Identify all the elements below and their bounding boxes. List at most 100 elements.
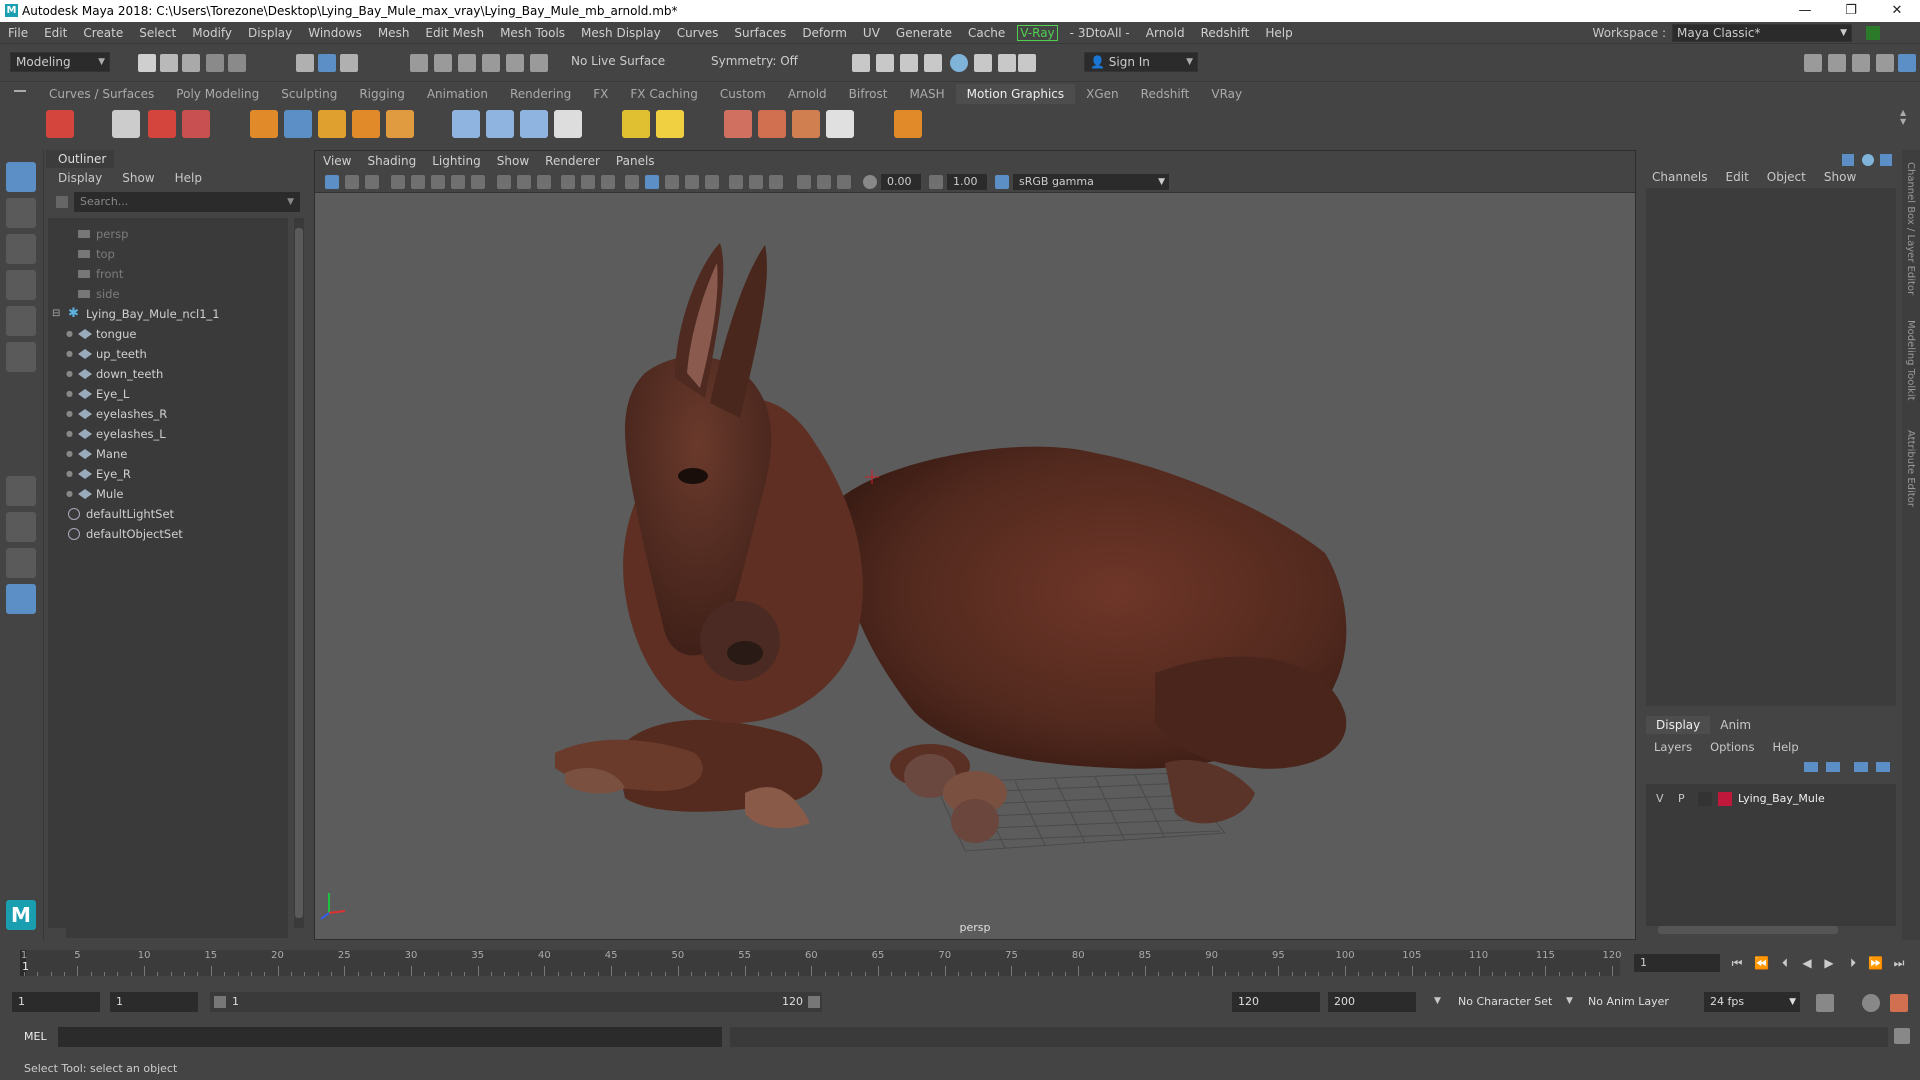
outliner-item-up-teeth[interactable]: ● up_teeth (48, 344, 288, 364)
select-component-icon[interactable] (340, 54, 358, 72)
step-back-frame-icon[interactable]: ⏪ (1754, 956, 1769, 970)
emitter-icon[interactable] (758, 110, 786, 138)
move-light-icon[interactable] (622, 110, 650, 138)
sun-light-icon[interactable] (656, 110, 684, 138)
field-chart-icon[interactable] (517, 175, 531, 189)
deformer-icon[interactable] (486, 110, 514, 138)
tool-icon[interactable] (998, 54, 1016, 72)
chevron-down-icon[interactable]: ▼ (1434, 996, 1441, 1006)
wireframe-icon[interactable] (561, 175, 575, 189)
viewport-menu-panels[interactable]: Panels (608, 151, 663, 171)
outliner-layout-icon[interactable] (6, 584, 36, 614)
anim-layer-field[interactable]: No Anim Layer (1582, 992, 1688, 1012)
outliner-item-front[interactable]: front (48, 264, 288, 284)
layer-playback-toggle[interactable]: P (1678, 790, 1685, 808)
shelf-tab-poly-modeling[interactable]: Poly Modeling (165, 84, 270, 104)
viewport-menu-show[interactable]: Show (489, 151, 537, 171)
layer-menu-layers[interactable]: Layers (1654, 740, 1692, 754)
color-space-dropdown[interactable]: sRGB gamma ▼ (1013, 174, 1169, 190)
layer-menu-help[interactable]: Help (1772, 740, 1798, 754)
expand-icon[interactable] (1880, 154, 1892, 166)
new-layer-selected-icon[interactable] (1876, 762, 1890, 772)
outliner-item-mule[interactable]: ● Mule (48, 484, 288, 504)
timeline-track[interactable]: 1 1 5 10 15 20 25 30 35 40 45 50 55 60 65 70 75 80 85 90 95… (20, 950, 1622, 976)
menu-curves[interactable]: Curves (669, 26, 727, 40)
channel-box-menu-channels[interactable]: Channels (1652, 170, 1708, 184)
smooth-shade-icon[interactable] (581, 175, 595, 189)
particle-icon[interactable] (724, 110, 752, 138)
menu-generate[interactable]: Generate (888, 26, 960, 40)
hypershade-icon[interactable] (924, 54, 942, 72)
layer-type-toggle[interactable] (1698, 792, 1712, 806)
snap-history-icon[interactable] (530, 54, 548, 72)
shelf-scroll-icon[interactable]: ▲ ▼ (1900, 108, 1906, 126)
bookmark-icon[interactable] (365, 175, 379, 189)
menu-select[interactable]: Select (131, 26, 184, 40)
paint-tool-icon[interactable] (182, 110, 210, 138)
expand-icon[interactable]: ● (66, 484, 73, 504)
ipr-render-icon[interactable] (876, 54, 894, 72)
outliner-search-input[interactable]: Search... ▼ (74, 192, 300, 212)
loop-icon[interactable] (1816, 994, 1834, 1012)
single-perspective-icon[interactable] (6, 476, 36, 506)
curve-icon[interactable] (284, 110, 312, 138)
magnet-icon[interactable] (452, 110, 480, 138)
depth-of-field-icon[interactable] (769, 175, 783, 189)
wireframe-on-shaded-icon[interactable] (601, 175, 615, 189)
layer-scrollbar[interactable] (1658, 926, 1838, 934)
exposure-icon[interactable] (863, 175, 877, 189)
type-tool-icon[interactable] (148, 110, 176, 138)
channel-box-menu-show[interactable]: Show (1824, 170, 1856, 184)
live-surface-field[interactable]: No Live Surface (566, 52, 666, 72)
outliner-menu-show[interactable]: Show (122, 168, 154, 188)
attribute-editor-icon[interactable] (1828, 54, 1846, 72)
shelf-tab-arnold[interactable]: Arnold (777, 84, 838, 104)
image-plane-icon[interactable] (391, 175, 405, 189)
shelf-tab-rendering[interactable]: Rendering (499, 84, 582, 104)
search-filter-icon[interactable] (56, 196, 68, 208)
viewport-menu-view[interactable]: View (315, 151, 359, 171)
channel-box-menu-object[interactable]: Object (1767, 170, 1806, 184)
four-view-icon[interactable] (6, 512, 36, 542)
command-input[interactable] (58, 1027, 722, 1047)
play-forwards-icon[interactable]: ▶ (1822, 956, 1836, 970)
layer-color-swatch[interactable] (1718, 792, 1732, 806)
viewport-menu-renderer[interactable]: Renderer (537, 151, 608, 171)
exposure-field[interactable]: 0.00 (881, 174, 921, 190)
expand-icon[interactable]: ● (66, 404, 73, 424)
step-forward-frame-icon[interactable]: ⏩ (1868, 956, 1883, 970)
layer-visibility-toggle[interactable]: V (1656, 790, 1664, 808)
expand-icon[interactable]: ● (66, 324, 73, 344)
close-button[interactable]: ✕ (1874, 0, 1920, 22)
outliner-item-defaultobjectset[interactable]: defaultObjectSet (48, 524, 288, 544)
select-hierarchy-icon[interactable] (296, 54, 314, 72)
type-icon[interactable] (318, 110, 346, 138)
safe-action-icon[interactable] (537, 175, 551, 189)
help-icon[interactable] (1862, 154, 1874, 166)
pause-icon[interactable] (1018, 54, 1036, 72)
range-bar[interactable]: 1 120 (210, 992, 822, 1012)
grease-pencil-icon[interactable] (411, 175, 425, 189)
shelf-tab-animation[interactable]: Animation (416, 84, 499, 104)
outliner-item-defaultlightset[interactable]: defaultLightSet (48, 504, 288, 524)
workspace-dropdown[interactable]: Maya Classic* ▼ (1672, 24, 1852, 42)
lasso-tool-icon[interactable] (6, 198, 36, 228)
sphere-deform-icon[interactable] (520, 110, 548, 138)
shelf-tab-fx[interactable]: FX (582, 84, 619, 104)
channel-box-side-tab[interactable]: Channel Box / Layer Editor (1905, 162, 1916, 295)
viewport-menu-lighting[interactable]: Lighting (424, 151, 489, 171)
persp-outliner-icon[interactable] (6, 548, 36, 578)
undo-icon[interactable] (206, 54, 224, 72)
select-tool-icon[interactable] (6, 162, 36, 192)
menu-mesh-tools[interactable]: Mesh Tools (492, 26, 573, 40)
menu-display[interactable]: Display (240, 26, 300, 40)
time-slider[interactable]: 1 1 5 10 15 20 25 30 35 40 45 50 55 60 65 70 75 80 85 90 95… (0, 946, 1920, 980)
menu-modify[interactable]: Modify (184, 26, 240, 40)
shelf-tab-redshift[interactable]: Redshift (1130, 84, 1201, 104)
chevron-down-icon[interactable]: ▼ (1566, 996, 1573, 1006)
arnold-render-icon[interactable] (974, 54, 992, 72)
film-gate-icon[interactable] (451, 175, 465, 189)
outliner-item-mane[interactable]: ● Mane (48, 444, 288, 464)
2d-pan-icon[interactable] (431, 175, 445, 189)
chevron-down-icon[interactable]: ▼ (287, 192, 294, 212)
